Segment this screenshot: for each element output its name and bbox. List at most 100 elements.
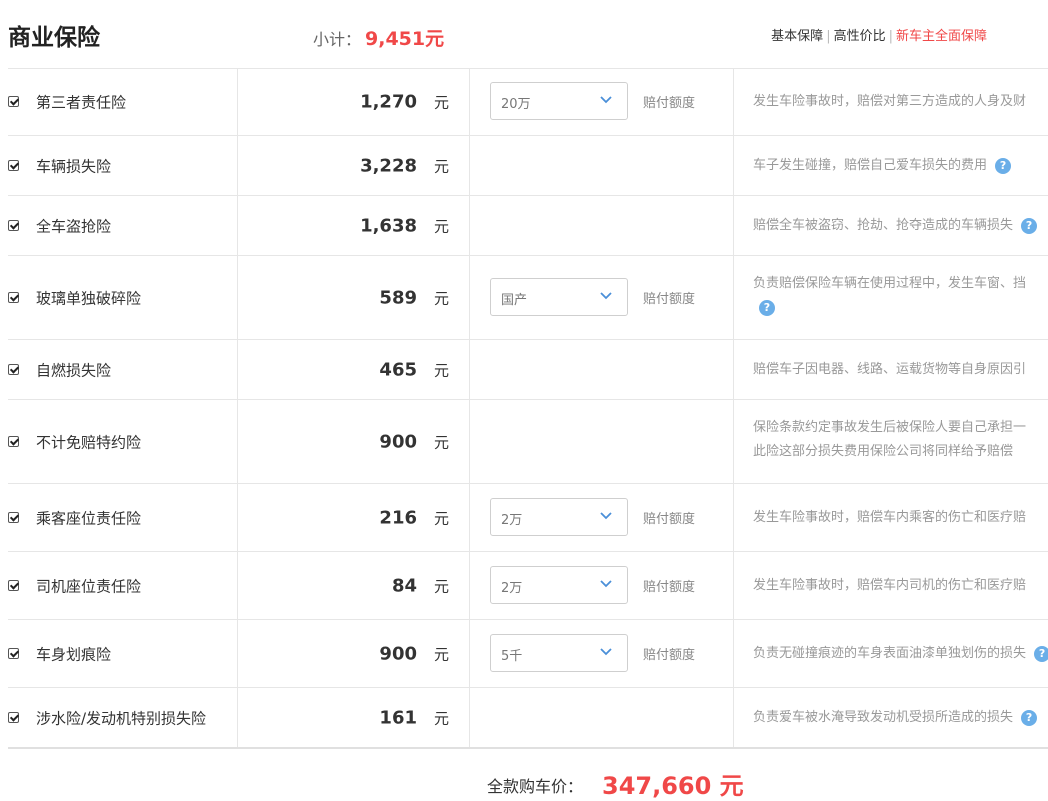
price-cell: 3,228 元 [237, 136, 470, 195]
insurance-checkbox[interactable] [8, 511, 19, 523]
insurance-name: 司机座位责任险 [36, 577, 142, 595]
description-cell: 发生车险事故时，赔偿对第三方造成的人身及财 [733, 69, 1048, 135]
name-cell: 司机座位责任险 [8, 552, 238, 619]
option-cell [469, 688, 734, 747]
name-cell: 自燃损失险 [8, 340, 238, 399]
option-cell [469, 400, 734, 483]
insurance-checkbox[interactable] [8, 159, 19, 171]
insurance-price: 465 [379, 359, 417, 380]
coverage-label: 赔付额度 [643, 579, 696, 595]
insurance-description: 发生车险事故时，赔偿车内乘客的伤亡和医疗赔 [753, 510, 1027, 525]
total-price-value: 347,660 元 [602, 772, 744, 800]
price-cell: 216 元 [237, 484, 470, 551]
insurance-price: 589 [379, 287, 417, 308]
insurance-price: 216 [379, 507, 417, 528]
insurance-row: 涉水险/发动机特别损失险 161 元 负责爱车被水淹导致发动机受损所造成的损失? [8, 687, 1048, 749]
insurance-checkbox[interactable] [8, 219, 19, 231]
coverage-select-value: 2万 [501, 512, 523, 528]
chevron-down-icon [600, 647, 612, 655]
price-cell: 465 元 [237, 340, 470, 399]
insurance-price: 900 [379, 431, 417, 452]
insurance-name: 全车盗抢险 [36, 217, 112, 235]
plan-link-basic[interactable]: 基本保障 [771, 29, 823, 44]
price-cell: 589 元 [237, 256, 470, 339]
name-cell: 涉水险/发动机特别损失险 [8, 688, 238, 747]
plan-link-full[interactable]: 新车主全面保障 [896, 29, 987, 44]
option-cell: 20万 赔付额度 [469, 69, 734, 135]
insurance-checkbox[interactable] [8, 579, 19, 591]
insurance-header: 商业保险 小计： 9,451元 基本保障 | 高性价比 | 新车主全面保障 [0, 0, 1048, 68]
help-icon[interactable]: ? [1021, 709, 1038, 726]
insurance-row: 不计免赔特约险 900 元 保险条款约定事故发生后被保险人要自己承担一 此险这部分损失费… [8, 399, 1048, 483]
option-cell: 国产 赔付额度 [469, 256, 734, 339]
insurance-row: 司机座位责任险 84 元 2万 赔付额度 发生车险事故时，赔偿车内司机的伤亡和医疗赔 [8, 551, 1048, 619]
insurance-row: 车身划痕险 900 元 5千 赔付额度 负责无碰撞痕迹的车身表面油漆单独划伤的损失? [8, 619, 1048, 687]
insurance-row: 玻璃单独破碎险 589 元 国产 赔付额度 负责赔偿保险车辆在使用过程中，发生车窗、挡? [8, 255, 1048, 339]
option-cell [469, 136, 734, 195]
price-unit: 元 [433, 217, 449, 235]
name-cell: 全车盗抢险 [8, 196, 238, 255]
insurance-name: 不计免赔特约险 [36, 433, 142, 451]
subtotal: 小计： 9,451元 [313, 24, 444, 51]
coverage-select[interactable]: 2万 [490, 497, 628, 536]
help-icon[interactable]: ? [1021, 217, 1038, 234]
name-cell: 第三者责任险 [8, 69, 238, 135]
option-cell: 5千 赔付额度 [469, 620, 734, 687]
insurance-name: 车身划痕险 [36, 645, 112, 663]
insurance-description: 负责无碰撞痕迹的车身表面油漆单独划伤的损失? [753, 642, 1048, 666]
name-cell: 不计免赔特约险 [8, 400, 238, 483]
coverage-label: 赔付额度 [643, 511, 696, 527]
coverage-select-value: 5千 [501, 648, 523, 664]
description-cell: 保险条款约定事故发生后被保险人要自己承担一 此险这部分损失费用保险公司将同样给予赔… [733, 400, 1048, 483]
insurance-price: 161 [379, 707, 417, 728]
insurance-checkbox[interactable] [8, 711, 19, 723]
insurance-checkbox[interactable] [8, 96, 19, 107]
description-cell: 负责爱车被水淹导致发动机受损所造成的损失? [733, 688, 1048, 747]
price-unit: 元 [433, 289, 449, 307]
insurance-row: 车辆损失险 3,228 元 车子发生碰撞，赔偿自己爱车损失的费用? [8, 135, 1048, 195]
help-icon[interactable]: ? [1034, 645, 1048, 662]
insurance-price: 3,228 [360, 155, 417, 176]
insurance-row: 第三者责任险 1,270 元 20万 赔付额度 发生车险事故时，赔偿对第三方造成的人身及财 [8, 68, 1048, 135]
insurance-price: 900 [379, 643, 417, 664]
help-icon[interactable]: ? [759, 299, 775, 316]
subtotal-value: 9,451元 [365, 28, 445, 50]
insurance-description: 负责赔偿保险车辆在使用过程中，发生车窗、挡? [753, 276, 1027, 316]
plan-links: 基本保障 | 高性价比 | 新车主全面保障 [771, 29, 987, 44]
insurance-price: 1,270 [360, 91, 417, 113]
coverage-select[interactable]: 5千 [490, 633, 628, 672]
price-unit: 元 [433, 577, 449, 595]
coverage-select-value: 2万 [501, 580, 523, 596]
insurance-name: 第三者责任险 [36, 93, 127, 112]
option-cell [469, 196, 734, 255]
help-icon[interactable]: ? [995, 157, 1012, 174]
name-cell: 玻璃单独破碎险 [8, 256, 238, 339]
coverage-label: 赔付额度 [643, 96, 696, 111]
insurance-checkbox[interactable] [8, 291, 19, 303]
coverage-select[interactable]: 20万 [490, 82, 628, 120]
price-unit: 元 [433, 509, 449, 527]
price-cell: 161 元 [237, 688, 470, 747]
coverage-label: 赔付额度 [643, 647, 696, 663]
option-cell: 2万 赔付额度 [469, 484, 734, 551]
price-cell: 900 元 [237, 620, 470, 687]
plan-link-value[interactable]: 高性价比 [834, 29, 886, 44]
insurance-name: 车辆损失险 [36, 157, 112, 175]
insurance-checkbox[interactable] [8, 647, 19, 659]
coverage-select[interactable]: 2万 [490, 565, 628, 604]
insurance-name: 玻璃单独破碎险 [36, 289, 142, 307]
chevron-down-icon [600, 291, 612, 299]
insurance-description: 保险条款约定事故发生后被保险人要自己承担一 此险这部分损失费用保险公司将同样给予赔… [753, 420, 1027, 459]
coverage-select[interactable]: 国产 [490, 277, 628, 316]
insurance-table: 第三者责任险 1,270 元 20万 赔付额度 发生车险事故时，赔偿对第三方造成的人身及财… [8, 68, 1048, 749]
insurance-description: 发生车险事故时，赔偿车内司机的伤亡和医疗赔 [753, 578, 1027, 593]
insurance-checkbox[interactable] [8, 363, 19, 375]
option-cell: 2万 赔付额度 [469, 552, 734, 619]
insurance-row: 全车盗抢险 1,638 元 赔偿全车被盗窃、抢劫、抢夺造成的车辆损失? [8, 195, 1048, 255]
insurance-checkbox[interactable] [8, 435, 19, 447]
insurance-price: 1,638 [360, 215, 417, 236]
coverage-select-value: 国产 [501, 292, 528, 308]
total-price-label: 全款购车价： [487, 777, 584, 796]
chevron-down-icon [600, 511, 612, 519]
price-unit: 元 [433, 433, 449, 451]
